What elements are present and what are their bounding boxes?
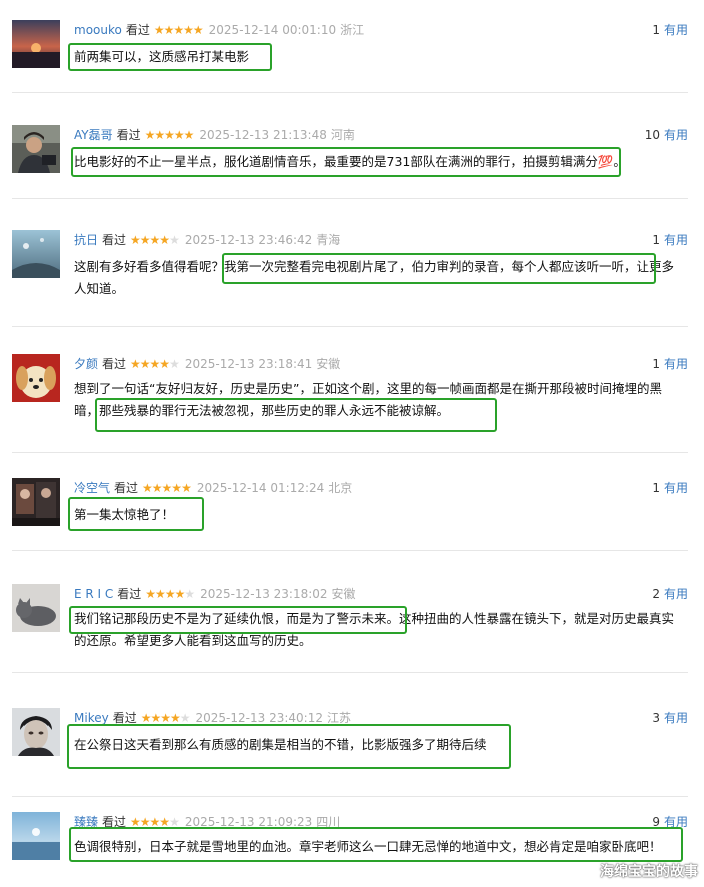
watched-label: 看过 bbox=[117, 587, 142, 601]
divider bbox=[12, 672, 688, 673]
highlight-box bbox=[222, 253, 656, 284]
useful-count: 1 bbox=[652, 233, 660, 247]
divider bbox=[12, 452, 688, 453]
useful-vote-button[interactable]: 1 有用 bbox=[652, 355, 688, 373]
review-location: 安徽 bbox=[316, 357, 341, 371]
review-location: 江苏 bbox=[326, 711, 351, 725]
review-location: 安徽 bbox=[331, 587, 356, 601]
useful-label: 有用 bbox=[663, 481, 688, 495]
review-time: 2025-12-14 00:01:10 bbox=[208, 23, 337, 37]
divider bbox=[12, 550, 688, 551]
useful-vote-button[interactable]: 3 有用 bbox=[652, 709, 688, 727]
useful-count: 1 bbox=[652, 481, 660, 495]
review-time: 2025-12-13 23:46:42 bbox=[184, 233, 313, 247]
review-time: 2025-12-13 21:13:48 bbox=[199, 128, 327, 142]
rating-stars: ★★★★★ bbox=[144, 128, 195, 142]
rating-stars: ★★★★★ bbox=[130, 357, 180, 371]
review-location: 河南 bbox=[330, 128, 355, 142]
useful-label: 有用 bbox=[663, 23, 688, 37]
username-link[interactable]: moouko bbox=[74, 23, 122, 37]
useful-count: 2 bbox=[652, 587, 660, 601]
useful-vote-button[interactable]: 1 有用 bbox=[652, 479, 688, 497]
useful-count: 3 bbox=[652, 711, 660, 725]
rating-stars: ★★★★★ bbox=[140, 711, 191, 725]
username-link[interactable]: Mikey bbox=[74, 711, 109, 725]
review-location: 浙江 bbox=[340, 23, 365, 37]
username-link[interactable]: 抗日 bbox=[74, 233, 98, 247]
useful-label: 有用 bbox=[663, 357, 688, 371]
useful-vote-button[interactable]: 10 有用 bbox=[645, 126, 688, 144]
review-location: 北京 bbox=[328, 481, 353, 495]
useful-vote-button[interactable]: 1 有用 bbox=[652, 231, 688, 249]
watched-label: 看过 bbox=[102, 233, 127, 247]
watermark: 海绵宝宝的故事 bbox=[600, 864, 698, 880]
dog-avatar-icon[interactable] bbox=[12, 354, 60, 402]
review-time: 2025-12-13 23:18:02 bbox=[200, 587, 328, 601]
sunset-avatar-icon[interactable] bbox=[12, 20, 60, 68]
username-link[interactable]: 夕颜 bbox=[74, 357, 98, 371]
highlight-box bbox=[69, 606, 407, 634]
useful-count: 10 bbox=[644, 128, 660, 142]
useful-vote-button[interactable]: 2 有用 bbox=[652, 585, 688, 603]
man-avatar-icon[interactable] bbox=[12, 125, 60, 173]
watched-label: 看过 bbox=[102, 357, 127, 371]
divider bbox=[12, 796, 688, 797]
highlight-box bbox=[67, 724, 511, 769]
review-time: 2025-12-14 01:12:24 bbox=[196, 481, 325, 495]
highlight-box bbox=[71, 147, 621, 177]
useful-label: 有用 bbox=[663, 711, 688, 725]
highlight-box bbox=[95, 398, 497, 432]
username-link[interactable]: AY磊哥 bbox=[74, 128, 113, 142]
highlight-box bbox=[68, 497, 204, 531]
username-link[interactable]: E R I C bbox=[74, 587, 113, 601]
highlight-box bbox=[68, 43, 272, 71]
watched-label: 看过 bbox=[116, 128, 141, 142]
cat-avatar-icon[interactable] bbox=[12, 584, 60, 632]
highlight-box bbox=[69, 827, 683, 862]
review-time: 2025-12-13 23:40:12 bbox=[195, 711, 323, 725]
rating-stars: ★★★★★ bbox=[145, 587, 195, 601]
sea-avatar-icon[interactable] bbox=[12, 812, 60, 860]
review-location: 青海 bbox=[316, 233, 341, 247]
rating-stars: ★★★★★ bbox=[142, 481, 192, 495]
review-list: moouko 看过 ★★★★★ 2025-12-14 00:01:10 浙江 1 有用 前… bbox=[0, 0, 704, 887]
face-avatar-icon[interactable] bbox=[12, 708, 60, 756]
sky-avatar-icon[interactable] bbox=[12, 230, 60, 278]
useful-count: 1 bbox=[652, 23, 660, 37]
useful-count: 1 bbox=[652, 357, 660, 371]
divider bbox=[12, 92, 688, 93]
useful-label: 有用 bbox=[663, 128, 688, 142]
watched-label: 看过 bbox=[112, 711, 137, 725]
useful-label: 有用 bbox=[663, 233, 688, 247]
divider bbox=[12, 326, 688, 327]
review-time: 2025-12-13 23:18:41 bbox=[184, 357, 313, 371]
rating-stars: ★★★★★ bbox=[130, 233, 180, 247]
watched-label: 看过 bbox=[125, 23, 150, 37]
useful-vote-button[interactable]: 1 有用 bbox=[652, 21, 688, 39]
divider bbox=[12, 198, 688, 199]
watched-label: 看过 bbox=[114, 481, 139, 495]
photo-avatar-icon[interactable] bbox=[12, 478, 60, 526]
username-link[interactable]: 冷空气 bbox=[74, 481, 110, 495]
useful-label: 有用 bbox=[663, 587, 688, 601]
rating-stars: ★★★★★ bbox=[153, 23, 204, 37]
